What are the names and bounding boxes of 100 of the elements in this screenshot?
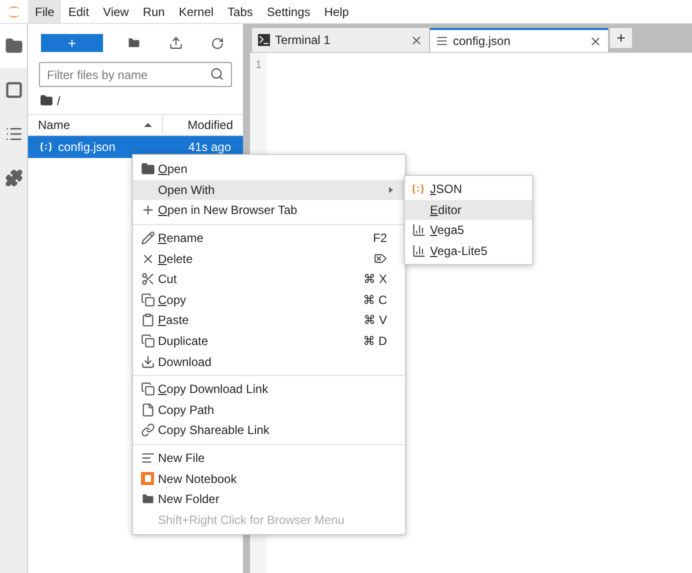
context-menu-item[interactable]: Open — [133, 159, 405, 180]
folder-icon — [141, 162, 155, 176]
context-menu-item[interactable]: Duplicate ⌘ D — [133, 330, 405, 352]
submenu-item[interactable]: Editor — [405, 200, 532, 220]
close-icon[interactable] — [410, 34, 423, 46]
stop-icon[interactable] — [4, 81, 22, 99]
menu-item[interactable]: View — [96, 0, 136, 23]
refresh-icon[interactable] — [211, 36, 224, 50]
context-menu-item[interactable]: Copy Download Link — [133, 378, 405, 400]
context-menu-item[interactable]: New Notebook — [133, 468, 405, 489]
text-file-icon — [436, 35, 448, 47]
terminal-icon — [258, 34, 270, 46]
context-menu-item[interactable]: New Folder — [133, 488, 405, 510]
menu-item[interactable]: Edit — [61, 0, 96, 23]
menu-item-label: Cut — [158, 271, 177, 288]
modified-time: 41s ago — [188, 139, 231, 156]
plus-icon — [141, 203, 155, 218]
submenu-item[interactable]: Vega-Lite5 — [405, 240, 532, 262]
menu-item[interactable]: Tabs — [220, 0, 260, 23]
context-menu-item[interactable]: Copy Path — [133, 400, 405, 420]
breadcrumb-path[interactable]: / — [57, 92, 60, 110]
logo-icon — [6, 4, 22, 20]
menu-item[interactable]: File — [28, 0, 62, 23]
text-file-icon — [141, 451, 155, 466]
file-row[interactable]: config.json 41s ago — [28, 136, 243, 158]
menu-item-label: Vega-Lite5 — [430, 243, 488, 260]
notebook-icon — [141, 472, 154, 486]
editor-tab[interactable]: config.json — [430, 28, 608, 52]
filter-field[interactable]: Filter files by name — [39, 62, 232, 87]
menu-item-label: Copy Download Link — [158, 381, 268, 398]
menu-item-label: Open in New Browser Tab — [158, 202, 298, 220]
menu-item-label: Delete — [158, 250, 193, 268]
list-icon[interactable] — [4, 125, 22, 143]
context-menu-item[interactable]: Rename F2 — [133, 228, 405, 248]
column-header[interactable]: Name — [28, 116, 163, 134]
menu-item[interactable]: Help — [317, 0, 356, 23]
braces-icon — [40, 142, 52, 152]
context-menu-item[interactable]: Delete — [133, 248, 405, 269]
editor-tab[interactable]: Terminal 1 — [252, 28, 430, 52]
shortcut-label: ⌘ V — [364, 312, 387, 330]
context-menu-item[interactable]: Open With — [133, 180, 405, 200]
pencil-icon — [141, 231, 155, 246]
menu-item-label: New Folder — [158, 491, 220, 508]
chart-icon — [412, 244, 426, 258]
context-menu-item[interactable]: Download — [133, 351, 405, 372]
sort-arrow-icon — [144, 123, 152, 127]
context-menu-item[interactable]: New File — [133, 448, 405, 468]
shortcut-label: F2 — [372, 230, 387, 248]
submenu-item[interactable]: Vega5 — [405, 220, 532, 241]
folder-icon[interactable] — [4, 37, 22, 55]
scissors-icon — [141, 272, 155, 286]
add-tab-button[interactable]: + — [610, 28, 632, 48]
menu-item-label: Copy Path — [158, 402, 214, 419]
new-launcher-button[interactable]: + — [41, 34, 103, 52]
shortcut-label: ⌘ C — [363, 292, 387, 309]
column-header[interactable]: Modified — [163, 116, 243, 134]
upload-icon[interactable] — [169, 36, 183, 50]
menu-item-label: Rename — [158, 230, 204, 248]
tab-label: config.json — [453, 33, 512, 50]
link-icon — [141, 423, 155, 438]
menu-item-label: Shift+Right Click for Browser Menu — [158, 512, 344, 529]
menu-item[interactable]: Kernel — [172, 0, 221, 23]
menu-item-label: Open — [158, 161, 188, 178]
context-menu-item[interactable]: Copy Shareable Link — [133, 420, 405, 441]
submenu-arrow-icon — [389, 186, 393, 193]
shortcut-label: ⌘ X — [364, 271, 387, 288]
line-number: 1 — [255, 58, 262, 73]
copy-icon — [141, 382, 155, 396]
menu-item-label: JSON — [430, 181, 462, 198]
submenu-item[interactable]: JSON — [405, 179, 532, 200]
menu-item-label: Duplicate — [158, 333, 208, 350]
braces-icon — [412, 184, 424, 194]
menu-item-label: Vega5 — [430, 222, 464, 240]
close-icon[interactable] — [589, 34, 602, 48]
menu-item-label: New Notebook — [158, 470, 237, 488]
menu-item-label: Copy Shareable Link — [158, 422, 270, 440]
activity-tab[interactable] — [0, 24, 27, 68]
backspace-key-icon — [374, 252, 387, 266]
menu-item[interactable]: Run — [136, 0, 172, 23]
clipboard-icon — [141, 313, 155, 328]
tab-label: Terminal 1 — [275, 32, 332, 49]
context-menu-item[interactable]: Open in New Browser Tab — [133, 200, 405, 221]
file-name: config.json — [58, 139, 116, 156]
menu-item-label: New File — [158, 450, 205, 468]
menu-item-label: Copy — [158, 292, 186, 309]
context-menu-item[interactable]: Copy ⌘ C — [133, 290, 405, 310]
chart-icon — [412, 223, 426, 238]
menu-item-label: Editor — [430, 202, 462, 219]
menu-item-label: Download — [158, 354, 212, 371]
puzzle-icon[interactable] — [4, 169, 22, 187]
context-menu-item[interactable]: Paste ⌘ V — [133, 310, 405, 331]
download-icon — [141, 354, 155, 369]
column-title: Name — [38, 117, 70, 134]
menu-item[interactable]: Settings — [260, 0, 318, 23]
context-menu-item[interactable]: Cut ⌘ X — [133, 268, 405, 290]
copy-icon — [141, 334, 155, 348]
shortcut-label: ⌘ D — [363, 333, 387, 350]
menu-item-label: Open With — [158, 182, 215, 199]
search-icon — [210, 67, 224, 81]
file-icon — [141, 402, 155, 417]
